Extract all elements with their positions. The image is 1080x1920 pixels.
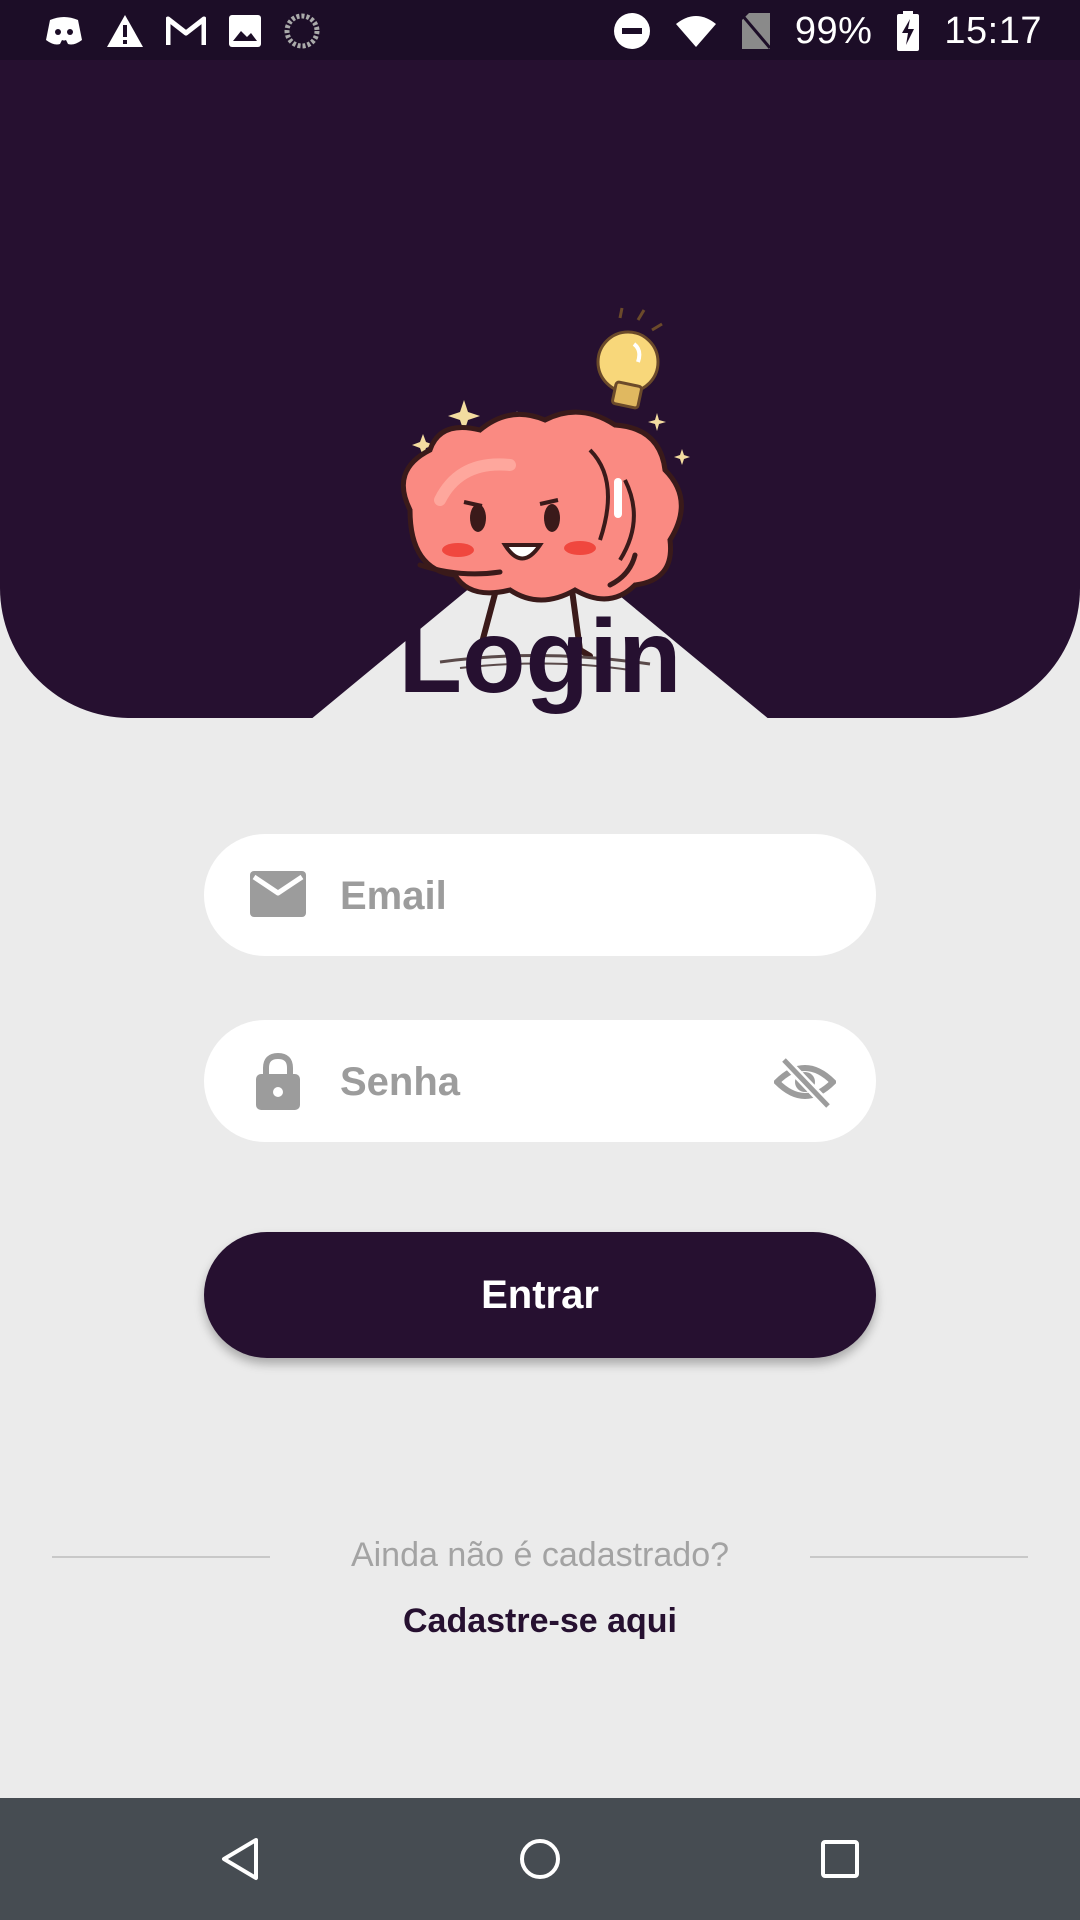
- signup-link[interactable]: Cadastre-se aqui: [0, 1602, 1080, 1641]
- no-sim-icon: [740, 13, 771, 49]
- recents-icon[interactable]: [818, 1836, 862, 1882]
- page-title: Login: [398, 599, 682, 715]
- mail-icon: [250, 871, 306, 917]
- status-bar-system: 99% 15:17: [613, 8, 1042, 54]
- battery-percent: 99%: [794, 9, 873, 52]
- discord-icon: [46, 17, 82, 45]
- gmail-icon: [166, 16, 206, 45]
- signup-prompt: Ainda não é cadastrado?: [350, 1536, 730, 1574]
- password-field[interactable]: [204, 1020, 876, 1142]
- battery-charging-icon: [897, 11, 920, 51]
- status-bar: 99% 15:17: [0, 0, 1080, 60]
- warning-icon: [107, 15, 143, 47]
- home-icon[interactable]: [518, 1836, 562, 1882]
- image-icon: [229, 15, 261, 47]
- visibility-off-icon[interactable]: [774, 1056, 836, 1108]
- wifi-icon: [675, 16, 716, 47]
- email-input[interactable]: [338, 854, 762, 938]
- lock-icon: [256, 1052, 300, 1110]
- email-field[interactable]: [204, 834, 876, 956]
- status-bar-notifications: [44, 8, 320, 54]
- back-icon[interactable]: [218, 1836, 262, 1882]
- loading-icon: [284, 13, 320, 49]
- navigation-bar: [0, 1798, 1080, 1920]
- lightbulb-icon: [596, 307, 663, 410]
- login-button[interactable]: Entrar: [204, 1232, 876, 1358]
- do-not-disturb-icon: [613, 13, 650, 49]
- clock: 15:17: [944, 9, 1042, 52]
- header-banner: Login: [0, 60, 1080, 718]
- password-input[interactable]: [338, 1040, 762, 1124]
